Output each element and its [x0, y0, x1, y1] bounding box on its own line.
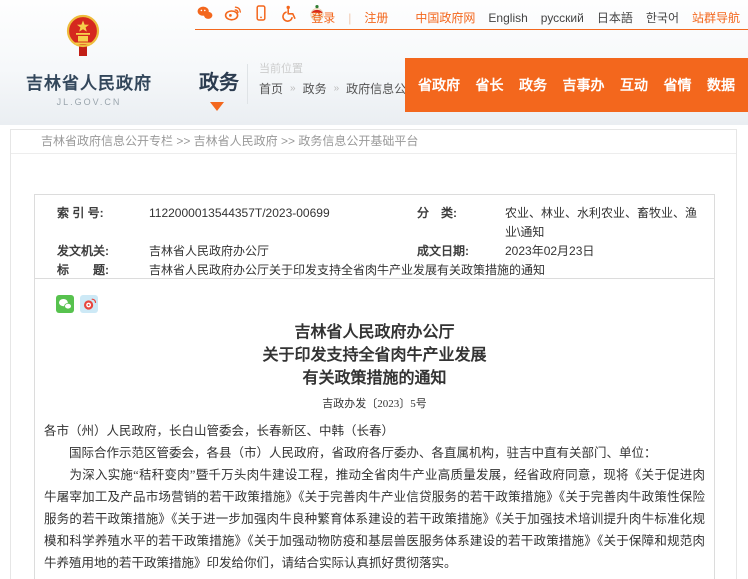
document-paragraph: 各市（州）人民政府，长白山管委会，长春新区、中韩（长春） — [44, 420, 705, 442]
share-icons-row — [35, 279, 714, 313]
register-link[interactable]: 注册 — [364, 9, 388, 26]
breadcrumb: 首页 » 政务 » 政府信息公开 — [259, 80, 418, 97]
breadcrumb-separator: » — [334, 83, 340, 94]
breadcrumb-zhengwu[interactable]: 政务 — [303, 80, 327, 97]
document-title-line3: 有关政策措施的通知 — [35, 367, 714, 390]
lang-russian-link[interactable]: русский — [541, 11, 584, 25]
site-domain: JL.GOV.CN — [26, 97, 152, 107]
document-title-line1: 吉林省人民政府办公厅 — [35, 321, 714, 344]
nav-tab-provincial-gov[interactable]: 省政府 — [418, 75, 460, 95]
document-title: 吉林省人民政府办公厅 关于印发支持全省肉牛产业发展 有关政策措施的通知 — [35, 321, 714, 390]
lang-korean-link[interactable]: 한국어 — [646, 9, 679, 26]
section-caret-icon — [210, 102, 224, 118]
document-paragraph: 国际合作示范区管委会，各县（市）人民政府，省政府各厅委办、各直属机构，驻吉中直有… — [44, 442, 705, 464]
nav-tab-interaction[interactable]: 互动 — [620, 75, 648, 95]
page: 登录 | 注册 中国政府网 English русский 日本語 한국어 站群… — [0, 0, 748, 579]
national-emblem-icon — [66, 14, 100, 65]
meta-index-value: 1122000013544357T/2023-00699 — [149, 204, 417, 242]
lang-japanese-link[interactable]: 日本語 — [597, 9, 633, 26]
nav-tab-zhengwu[interactable]: 政务 — [519, 75, 547, 95]
mobile-phone-icon[interactable] — [252, 4, 270, 22]
site-group-nav-link[interactable]: 站群导航 — [692, 9, 740, 26]
meta-category-label: 分 类: — [417, 204, 505, 242]
accessibility-icon[interactable] — [280, 4, 298, 22]
meta-written-date-value: 2023年02月23日 — [505, 242, 704, 261]
path-breadcrumb-bar[interactable]: 吉林省政府信息公开专栏 >> 吉林省人民政府 >> 政务信息公开基础平台 — [11, 130, 736, 154]
weibo-share-icon[interactable] — [80, 295, 98, 313]
nav-tab-jishiban[interactable]: 吉事办 — [563, 75, 605, 95]
gov-cn-link[interactable]: 中国政府网 — [415, 9, 475, 26]
topbar-links: 登录 | 注册 中国政府网 English русский 日本語 한국어 站群… — [311, 9, 740, 26]
topbar-social-icons — [196, 4, 326, 22]
nav-tab-data[interactable]: 数据 — [707, 75, 735, 95]
header-vertical-divider — [247, 64, 248, 104]
breadcrumb-home[interactable]: 首页 — [259, 80, 283, 97]
login-register-divider: | — [348, 11, 351, 25]
meta-issuer-label: 发文机关: — [57, 242, 149, 261]
lang-english-link[interactable]: English — [488, 11, 527, 25]
nav-tab-province-info[interactable]: 省情 — [664, 75, 692, 95]
breadcrumb-separator: » — [290, 83, 296, 94]
weibo-icon[interactable] — [224, 4, 242, 22]
document-paragraph: 为深入实施“秸秆变肉”暨千万头肉牛建设工程，推动全省肉牛产业高质量发展，经省政府… — [44, 464, 705, 574]
meta-issuer-value: 吉林省人民政府办公厅 — [149, 242, 417, 261]
document-title-line2: 关于印发支持全省肉牛产业发展 — [35, 344, 714, 367]
login-link[interactable]: 登录 — [311, 9, 335, 26]
content-container: 吉林省政府信息公开专栏 >> 吉林省人民政府 >> 政务信息公开基础平台 索 引… — [10, 129, 737, 579]
document-number: 吉政办发〔2023〕5号 — [35, 395, 714, 411]
main-nav: 省政府 省长 政务 吉事办 互动 省情 数据 — [405, 58, 748, 112]
wechat-share-icon[interactable] — [56, 295, 74, 313]
site-header: 登录 | 注册 中国政府网 English русский 日本語 한국어 站群… — [0, 0, 748, 125]
meta-written-date-label: 成文日期: — [417, 242, 505, 261]
nav-tab-governor[interactable]: 省长 — [476, 75, 504, 95]
section-title: 政务 — [199, 66, 239, 95]
document-text: 各市（州）人民政府，长白山管委会，长春新区、中韩（长春） 国际合作示范区管委会，… — [35, 420, 714, 574]
site-title: 吉林省人民政府 — [26, 69, 152, 94]
meta-category-value: 农业、林业、水利农业、畜牧业、渔业\通知 — [505, 204, 704, 242]
meta-index-label: 索 引 号: — [57, 204, 149, 242]
current-location-label: 当前位置 — [259, 60, 303, 76]
topbar-accent-line — [195, 29, 748, 30]
document-body-panel: 吉林省人民政府办公厅 关于印发支持全省肉牛产业发展 有关政策措施的通知 吉政办发… — [34, 278, 715, 579]
wechat-icon[interactable] — [196, 4, 214, 22]
